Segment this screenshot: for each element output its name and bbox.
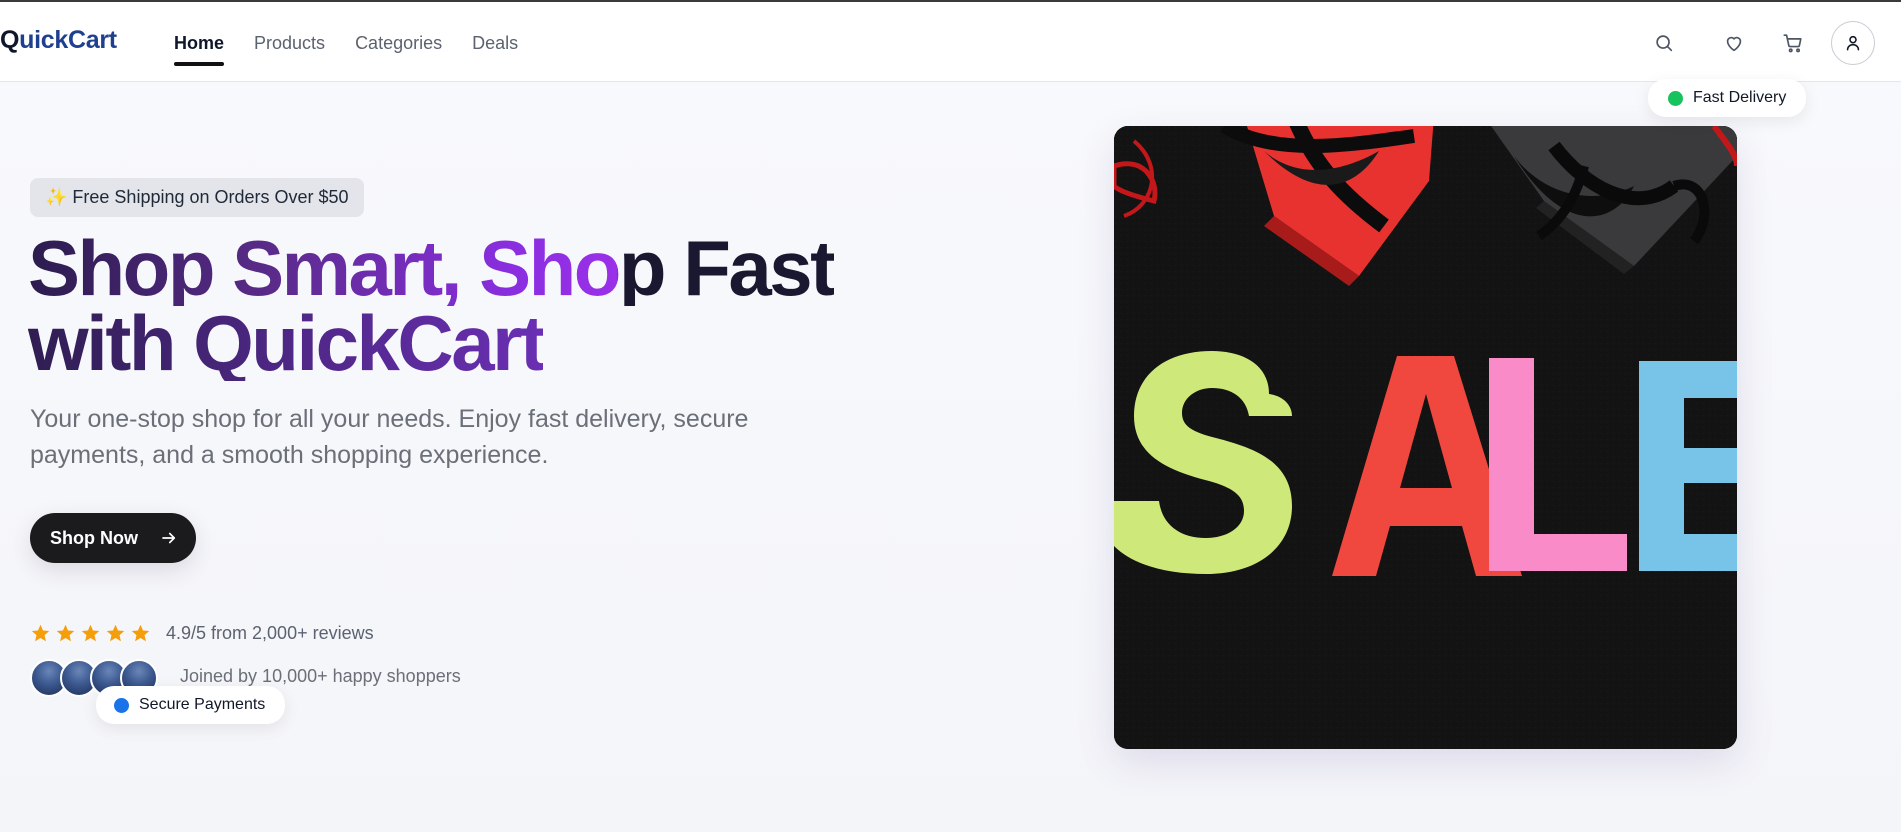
secure-payments-badge: Secure Payments (96, 686, 286, 724)
account-button[interactable] (1831, 21, 1875, 65)
star-rating (30, 623, 151, 644)
cart-icon (1783, 34, 1802, 53)
search-button[interactable] (1646, 25, 1682, 61)
rating-summary: 4.9/5 from 2,000+ reviews (30, 623, 374, 644)
joined-shoppers-text: Joined by 10,000+ happy shoppers (180, 666, 461, 686)
search-icon (1656, 35, 1673, 52)
cart-button[interactable] (1775, 25, 1811, 61)
star-icon (81, 624, 100, 642)
heart-icon (1726, 36, 1742, 52)
free-shipping-badge: ✨ Free Shipping on Orders Over $50 (30, 178, 364, 217)
fast-delivery-label: Fast Delivery (1693, 89, 1787, 106)
headline-line-2: with QuickCart (28, 299, 546, 387)
quickcart-logo[interactable]: QuickCart (0, 26, 117, 55)
main-navigation: Home Products Categories Deals (174, 33, 518, 66)
headline-line-1: Shop Smart, Shop Fast (28, 224, 836, 312)
hero-headline: Shop Smart, Shop Fast with QuickCart (28, 224, 928, 387)
hero-section: ✨ Free Shipping on Orders Over $50 Shop … (0, 79, 1901, 832)
blue-status-dot (114, 697, 129, 713)
arrow-right-icon (162, 532, 176, 544)
wishlist-button[interactable] (1716, 25, 1752, 61)
nav-link-home[interactable]: Home (174, 33, 225, 66)
shop-now-button[interactable]: Shop Now (30, 513, 196, 563)
fast-delivery-badge: Fast Delivery (1648, 79, 1807, 117)
green-status-dot (1668, 90, 1683, 106)
sale-promo-image (1114, 126, 1737, 749)
star-icon (56, 624, 75, 642)
star-icon (31, 624, 50, 642)
star-icon (131, 624, 150, 642)
top-navbar: QuickCart Home Products Categories Deals (0, 2, 1901, 82)
nav-link-deals[interactable]: Deals (472, 33, 518, 54)
hero-subtext: Your one-stop shop for all your needs. E… (30, 405, 749, 469)
sale-illustration (1114, 126, 1737, 749)
nav-link-categories[interactable]: Categories (355, 33, 442, 54)
nav-link-products[interactable]: Products (254, 33, 325, 54)
shop-now-label: Shop Now (50, 527, 138, 548)
rating-text: 4.9/5 from 2,000+ reviews (166, 623, 374, 643)
user-icon (1846, 35, 1860, 51)
secure-payments-label: Secure Payments (139, 696, 266, 713)
star-icon (106, 624, 125, 642)
